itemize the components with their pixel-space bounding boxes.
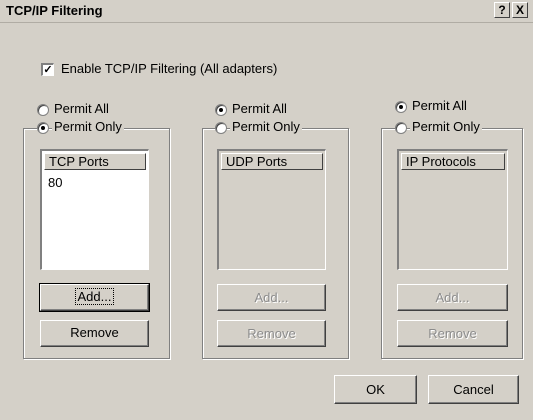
tcp-add-button[interactable]: Add... [39,283,150,312]
ok-button[interactable]: OK [334,375,417,404]
ip-permit-all-label: Permit All [412,98,467,113]
udp-remove-button[interactable]: Remove [217,320,326,347]
enable-filtering-label: Enable TCP/IP Filtering (All adapters) [61,61,278,76]
tcp-permit-all-radio[interactable] [37,104,49,116]
ip-protocols-list[interactable]: IP Protocols [397,149,508,270]
tcp-permit-only-radio[interactable] [37,122,49,134]
tcp-ports-list[interactable]: TCP Ports 80 [40,149,149,270]
ip-permit-all-radio[interactable] [395,101,407,113]
ip-permit-only-label: Permit Only [410,119,482,134]
udp-permit-all-label: Permit All [232,101,287,116]
tcp-ports-header[interactable]: TCP Ports [44,153,146,170]
tcp-remove-button[interactable]: Remove [40,320,149,347]
udp-add-button[interactable]: Add... [217,284,326,311]
tcp-add-label: Add... [74,288,115,305]
udp-ports-list[interactable]: UDP Ports [217,149,326,270]
ip-protocols-header[interactable]: IP Protocols [401,153,505,170]
list-item[interactable]: 80 [48,175,62,190]
help-button[interactable]: ? [494,2,510,18]
udp-ports-header[interactable]: UDP Ports [221,153,323,170]
tcp-permit-all-label: Permit All [54,101,109,116]
ip-add-button[interactable]: Add... [397,284,508,311]
udp-permit-all-radio[interactable] [215,104,227,116]
close-button[interactable]: X [512,2,528,18]
udp-permit-only-radio[interactable] [215,122,227,134]
enable-filtering-checkbox[interactable]: ✓ [41,63,54,76]
tcp-permit-only-label: Permit Only [52,119,124,134]
cancel-button[interactable]: Cancel [428,375,519,404]
window-title: TCP/IP Filtering [6,3,103,18]
ip-remove-button[interactable]: Remove [397,320,508,347]
udp-permit-only-label: Permit Only [230,119,302,134]
ip-permit-only-radio[interactable] [395,122,407,134]
